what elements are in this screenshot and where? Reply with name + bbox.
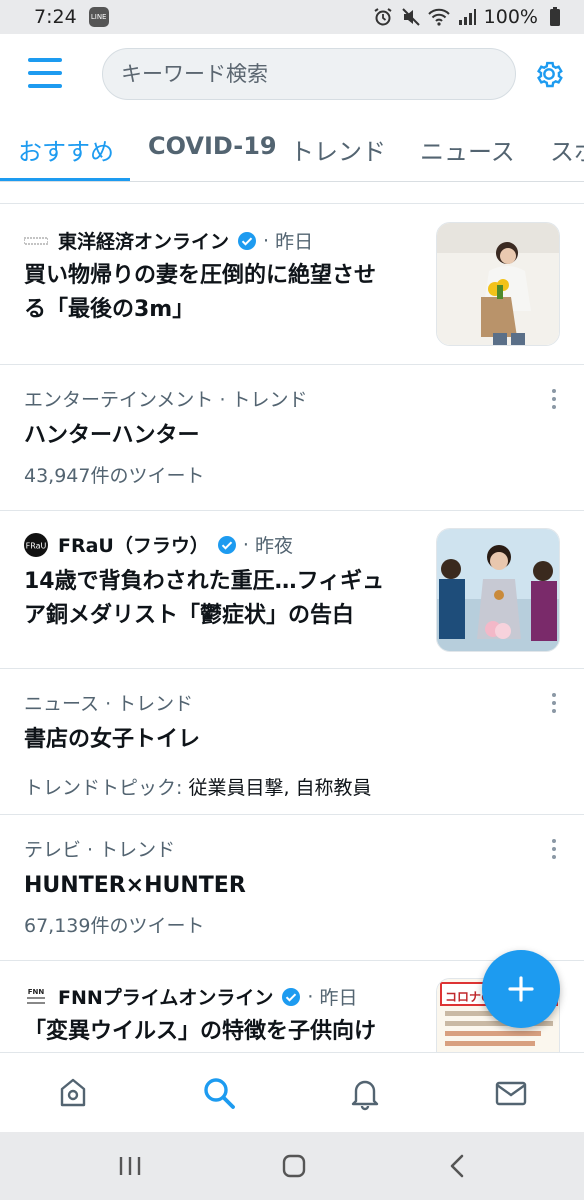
home-button-icon[interactable] (280, 1152, 308, 1180)
compose-tweet-button[interactable] (482, 950, 560, 1028)
dot-separator: · (242, 533, 255, 556)
news-source: 東洋経済オンライン (58, 231, 230, 253)
tab-sports[interactable]: スポーツ (550, 132, 584, 167)
news-meta: 東洋経済オンライン · 昨日 (24, 227, 313, 254)
trend-category: エンターテインメント · トレンド (24, 389, 308, 411)
search-bar[interactable] (102, 48, 516, 100)
verified-badge-icon (282, 987, 301, 1006)
tab-recommended[interactable]: おすすめ (18, 132, 114, 167)
news-source: FNNプライムオンライン (58, 987, 274, 1009)
frau-logo-icon: FRaU (24, 532, 48, 557)
trend-title: 書店の女子トイレ (24, 727, 201, 752)
bell-icon[interactable] (347, 1075, 383, 1111)
trend-title: HUNTER×HUNTER (24, 873, 246, 898)
plus-icon (508, 976, 534, 1002)
svg-text:FRaU: FRaU (26, 541, 47, 550)
news-time: 昨日 (275, 231, 314, 253)
news-title: 「変異ウイルス」の特徴を子供向け (24, 1015, 376, 1049)
trend-item-hunterhunter-en[interactable]: テレビ · トレンド HUNTER×HUNTER 67,139件のツイート (0, 815, 584, 961)
more-options-icon[interactable] (546, 387, 562, 413)
divider (0, 182, 584, 204)
status-time: 7:24 (34, 6, 77, 28)
tab-news[interactable]: ニュース (420, 132, 515, 167)
app-header (0, 34, 584, 116)
back-icon[interactable] (444, 1152, 472, 1180)
wifi-icon (427, 6, 450, 28)
trend-category: テレビ · トレンド (24, 839, 176, 861)
search-icon[interactable] (201, 1075, 237, 1111)
battery-percent: 100% (483, 6, 538, 28)
trend-title: ハンターハンター (24, 423, 200, 448)
mute-icon (400, 6, 422, 28)
verified-badge-icon (238, 231, 257, 250)
trend-topics: トレンドトピック: 従業員目撃, 自称教員 (24, 773, 372, 800)
search-input[interactable] (121, 62, 515, 86)
tab-covid19[interactable]: COVID-19 (148, 132, 277, 160)
mail-icon[interactable] (493, 1075, 529, 1111)
tab-trend[interactable]: トレンド (290, 132, 386, 167)
trend-category: ニュース · トレンド (24, 693, 194, 715)
trend-item-bookstore[interactable]: ニュース · トレンド 書店の女子トイレ トレンドトピック: 従業員目撃, 自称… (0, 669, 584, 815)
news-thumbnail (436, 528, 560, 652)
svg-text:FNN: FNN (28, 988, 45, 996)
news-time: 昨夜 (254, 535, 293, 557)
news-meta: FNN FNNプライムオンライン · 昨日 (24, 983, 358, 1010)
news-title-line: 買い物帰りの妻を圧倒的に絶望させ (24, 263, 377, 288)
news-title: 買い物帰りの妻を圧倒的に絶望させ る「最後の3m」 (24, 259, 376, 327)
fnn-logo-icon: FNN (24, 985, 48, 1009)
news-title-line: 14歳で背負わされた重圧…フィギュ (24, 569, 385, 594)
news-time: 昨日 (319, 987, 358, 1009)
recent-apps-icon[interactable] (116, 1152, 144, 1180)
line-notification-icon: LINE (88, 7, 109, 27)
news-item-frau[interactable]: FRaU FRaU（フラウ） · 昨夜 14歳で背負わされた重圧…フィギュ ア銅… (0, 511, 584, 669)
bottom-navigation (0, 1052, 584, 1132)
verified-badge-icon (217, 535, 236, 554)
home-icon[interactable] (55, 1075, 91, 1111)
news-thumbnail (436, 222, 560, 346)
tweet-count: 43,947件のツイート (24, 465, 205, 487)
feed-list: 東洋経済オンライン · 昨日 買い物帰りの妻を圧倒的に絶望させ る「最後の3m」 (0, 205, 584, 1052)
alarm-icon (372, 6, 394, 28)
news-title-line: 「変異ウイルス」の特徴を子供向け (24, 1019, 377, 1044)
signal-icon (456, 6, 478, 28)
trend-topics-label: トレンドトピック: (24, 777, 189, 799)
battery-icon (544, 6, 566, 28)
dot-separator: · (263, 229, 276, 252)
trend-topics-values: 従業員目撃, 自称教員 (188, 777, 372, 799)
news-title-line: ア銅メダリスト「鬱症状」の告白 (24, 603, 355, 628)
more-options-icon[interactable] (546, 837, 562, 863)
trend-item-hunterhunter-jp[interactable]: エンターテインメント · トレンド ハンターハンター 43,947件のツイート (0, 365, 584, 511)
dot-separator: · (307, 985, 320, 1008)
more-options-icon[interactable] (546, 691, 562, 717)
news-title: 14歳で背負わされた重圧…フィギュ ア銅メダリスト「鬱症状」の告白 (24, 565, 384, 633)
news-source: FRaU（フラウ） (58, 535, 209, 557)
tweet-count: 67,139件のツイート (24, 915, 205, 937)
hamburger-menu-icon[interactable] (28, 58, 62, 88)
system-navigation-bar (0, 1132, 584, 1200)
news-title-line: る「最後の3m」 (24, 297, 195, 322)
status-bar: 7:24 LINE 100% (0, 0, 584, 34)
news-item-toyokeizai[interactable]: 東洋経済オンライン · 昨日 買い物帰りの妻を圧倒的に絶望させ る「最後の3m」 (0, 205, 584, 365)
status-icons: 100% (372, 6, 566, 28)
gear-icon[interactable] (533, 58, 565, 90)
tab-bar: おすすめ COVID-19 トレンド ニュース スポーツ (0, 116, 584, 182)
toyokeizai-logo-icon (24, 229, 48, 253)
news-meta: FRaU FRaU（フラウ） · 昨夜 (24, 531, 293, 558)
